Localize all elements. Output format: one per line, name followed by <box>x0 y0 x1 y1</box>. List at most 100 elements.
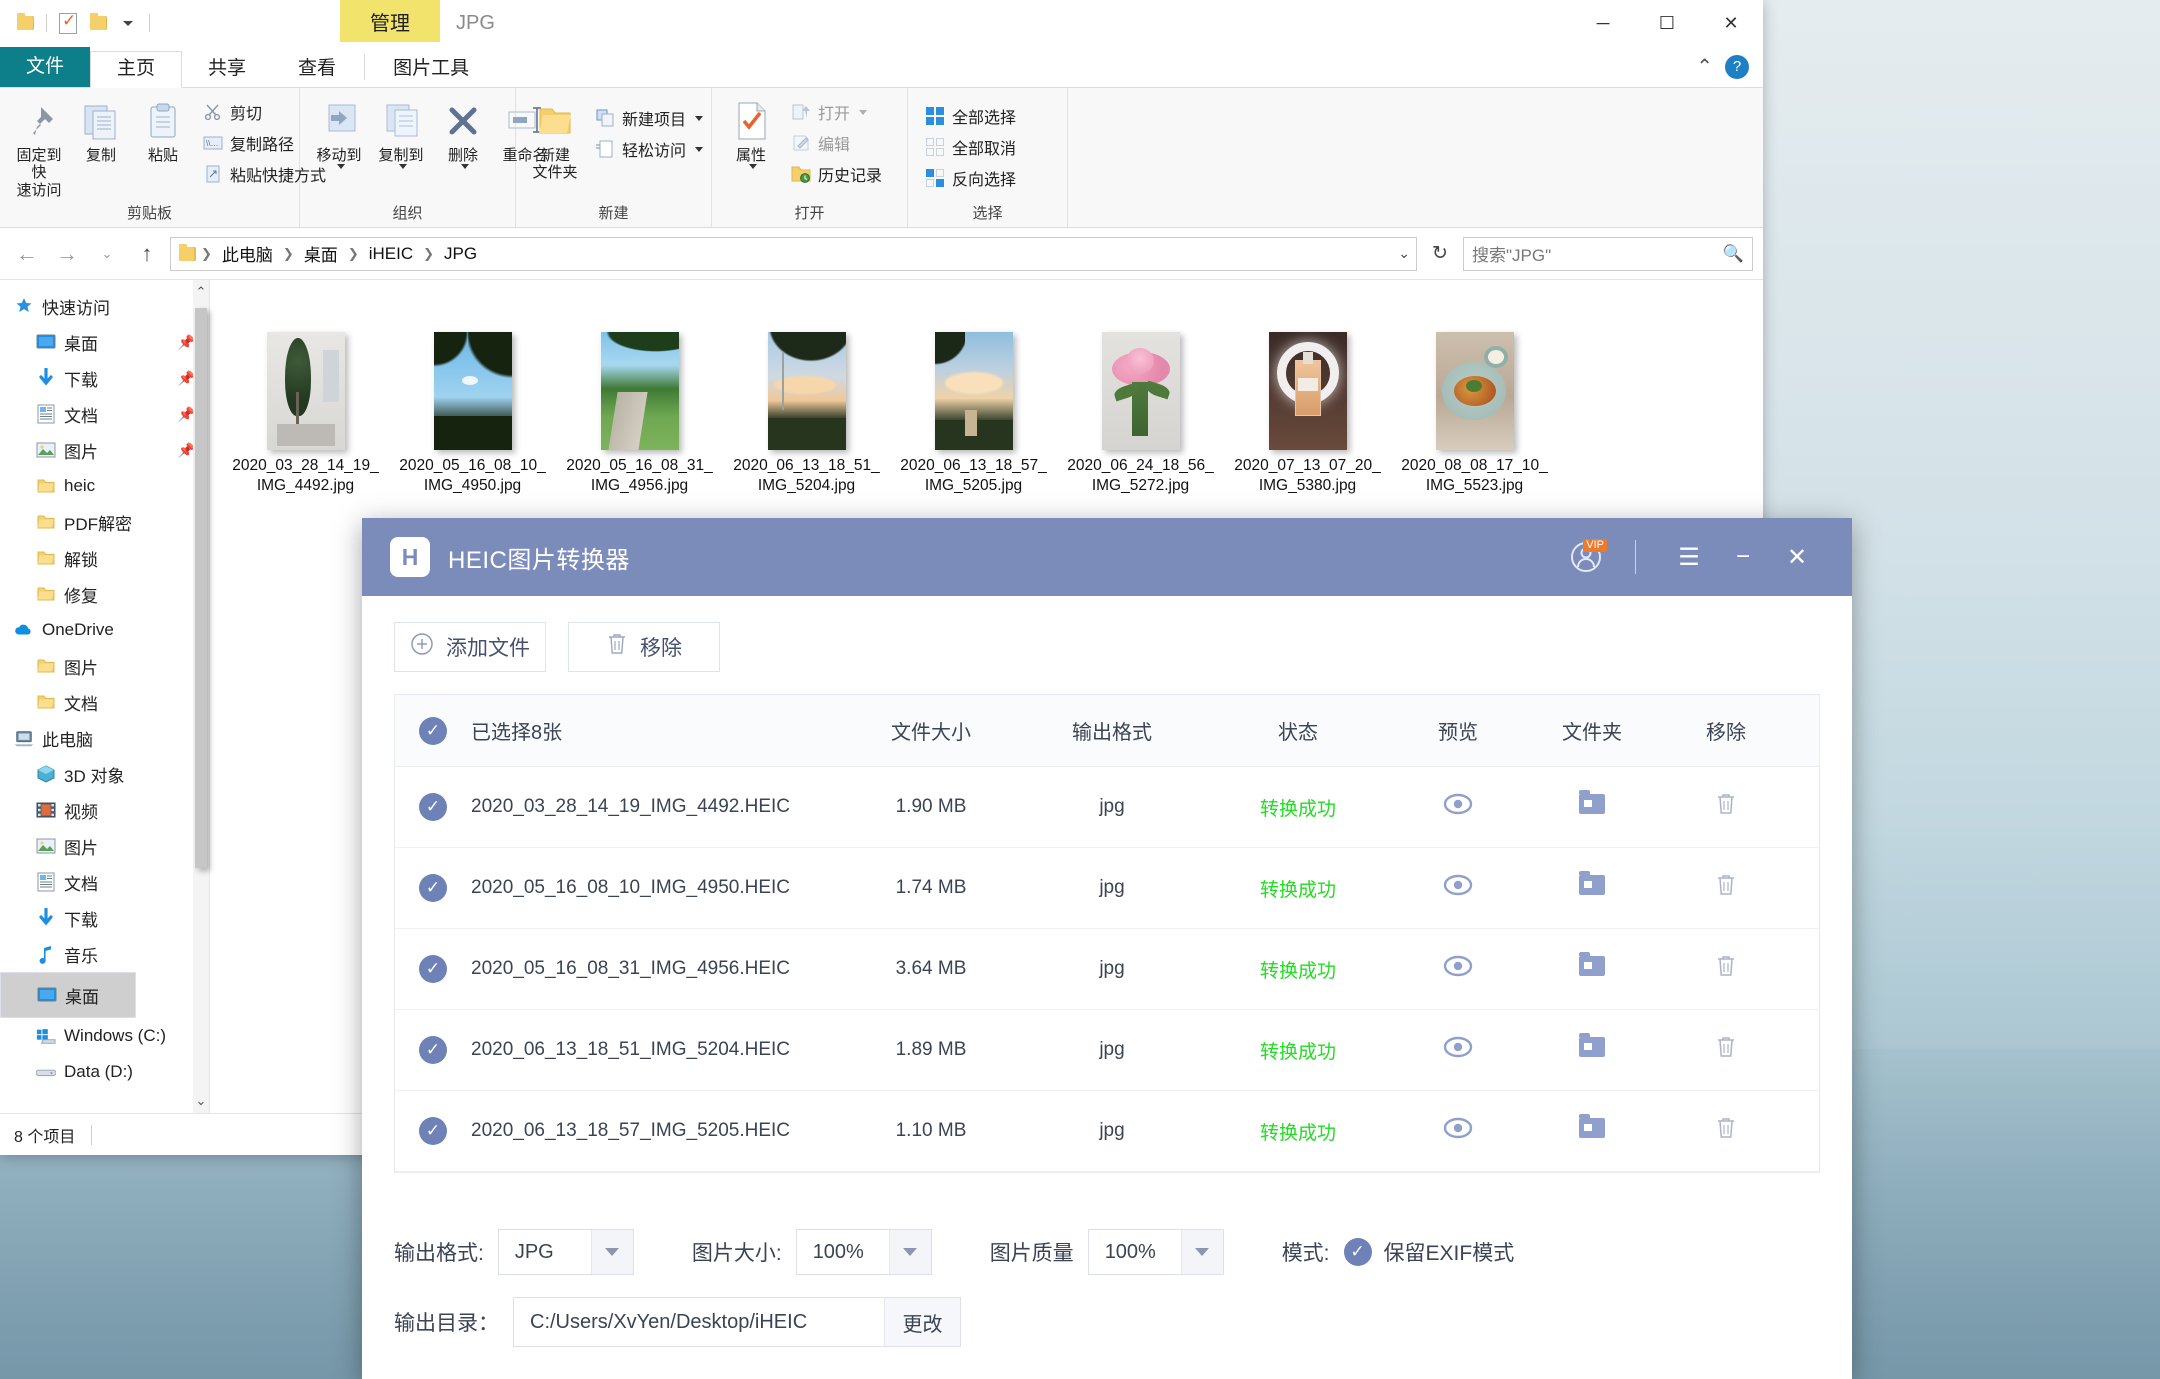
sidebar-item-4[interactable]: 图片 📌 <box>0 432 209 468</box>
search-input[interactable]: 搜索"JPG" 🔍 <box>1463 236 1753 271</box>
sidebar-item-18[interactable]: 音乐 <box>0 936 209 972</box>
chevron-down-icon[interactable] <box>336 164 345 170</box>
row-preview-button[interactable] <box>1391 874 1525 902</box>
scroll-down-icon[interactable]: ⌄ <box>193 1089 209 1113</box>
output-format-select[interactable]: JPG <box>497 1229 634 1275</box>
file-tile[interactable]: 2020_06_13_18_51_IMG_5204.jpg <box>723 296 890 496</box>
row-preview-button[interactable] <box>1391 955 1525 983</box>
tab-picture-tools[interactable]: 图片工具 <box>367 52 495 87</box>
row-open-folder-button[interactable] <box>1525 871 1659 901</box>
row-preview-button[interactable] <box>1391 1117 1525 1145</box>
minimize-icon[interactable]: − <box>1716 534 1770 580</box>
select-all-checkbox[interactable]: ✓ <box>395 716 471 745</box>
properties-checkmark-icon[interactable] <box>53 8 83 38</box>
sidebar-item-7[interactable]: 解锁 <box>0 540 209 576</box>
scroll-up-icon[interactable]: ⌃ <box>193 280 209 304</box>
sidebar-item-14[interactable]: 视频 <box>0 792 209 828</box>
sidebar-item-19[interactable]: 桌面 <box>0 972 136 1018</box>
row-remove-button[interactable] <box>1659 954 1793 984</box>
sidebar-item-20[interactable]: Windows (C:) <box>0 1018 209 1054</box>
row-checkbox[interactable]: ✓ <box>395 1036 471 1064</box>
forward-arrow-icon[interactable]: → <box>50 237 84 271</box>
row-open-folder-button[interactable] <box>1525 790 1659 820</box>
file-tile[interactable]: 2020_07_13_07_20_IMG_5380.jpg <box>1224 296 1391 496</box>
tab-home[interactable]: 主页 <box>90 51 183 88</box>
sidebar-item-3[interactable]: 文档 📌 <box>0 396 209 432</box>
easy-access-button[interactable]: 轻松访问 <box>588 135 709 163</box>
chevron-down-icon[interactable] <box>695 115 704 121</box>
sidebar-item-5[interactable]: heic <box>0 468 209 504</box>
recent-locations-icon[interactable]: ⌄ <box>90 237 124 271</box>
sidebar-item-9[interactable]: OneDrive <box>0 612 209 648</box>
tab-share[interactable]: 共享 <box>182 52 272 87</box>
file-tile[interactable]: 2020_08_08_17_10_IMG_5523.jpg <box>1391 296 1558 496</box>
scroll-thumb[interactable] <box>195 308 207 868</box>
sidebar-item-6[interactable]: PDF解密 <box>0 504 209 540</box>
maximize-button[interactable]: ☐ <box>1635 0 1699 46</box>
chevron-down-icon[interactable] <box>748 164 757 170</box>
row-open-folder-button[interactable] <box>1525 952 1659 982</box>
file-tile[interactable]: 2020_06_13_18_57_IMG_5205.jpg <box>890 296 1057 496</box>
pin-to-quick-access-button[interactable]: 固定到快 速访问 <box>8 94 70 203</box>
tab-file[interactable]: 文件 <box>0 47 91 87</box>
open-button[interactable]: 打开 <box>784 98 888 126</box>
refresh-icon[interactable]: ↻ <box>1423 237 1457 271</box>
remove-button[interactable]: 移除 <box>568 622 720 672</box>
chevron-down-icon[interactable] <box>398 164 407 170</box>
chevron-down-icon[interactable] <box>888 1230 931 1274</box>
tab-manage[interactable]: 管理 <box>340 0 440 42</box>
sidebar-item-13[interactable]: 3D 对象 <box>0 756 209 792</box>
chevron-down-icon[interactable]: ⌄ <box>1398 245 1410 262</box>
breadcrumb-item-jpg[interactable]: JPG <box>438 242 483 266</box>
row-preview-button[interactable] <box>1391 793 1525 821</box>
invert-selection-button[interactable]: 反向选择 <box>918 164 1022 192</box>
breadcrumb-item-this-pc[interactable]: 此电脑 <box>216 239 279 268</box>
properties-button[interactable]: 属性 <box>720 94 782 173</box>
breadcrumb-item-desktop[interactable]: 桌面 <box>298 239 344 268</box>
chevron-down-icon[interactable] <box>460 164 469 170</box>
copy-button[interactable]: 复制 <box>70 94 132 168</box>
file-tile[interactable]: 2020_03_28_14_19_IMG_4492.jpg <box>222 296 389 496</box>
row-open-folder-button[interactable] <box>1525 1114 1659 1144</box>
back-arrow-icon[interactable]: ← <box>10 237 44 271</box>
add-files-button[interactable]: 添加文件 <box>394 622 546 672</box>
row-remove-button[interactable] <box>1659 873 1793 903</box>
change-dir-button[interactable]: 更改 <box>884 1298 960 1346</box>
table-row[interactable]: ✓ 2020_05_16_08_10_IMG_4950.HEIC 1.74 MB jp… <box>395 848 1819 929</box>
row-checkbox[interactable]: ✓ <box>395 955 471 983</box>
sidebar-item-10[interactable]: 图片 <box>0 648 209 684</box>
file-tile[interactable]: 2020_05_16_08_10_IMG_4950.jpg <box>389 296 556 496</box>
output-dir-field[interactable]: C:/Users/XvYen/Desktop/iHEIC 更改 <box>513 1297 961 1347</box>
image-quality-select[interactable]: 100% <box>1087 1229 1224 1275</box>
tab-view[interactable]: 查看 <box>272 52 362 87</box>
sidebar-item-1[interactable]: 桌面 📌 <box>0 324 209 360</box>
copy-to-button[interactable]: 复制到 <box>370 94 432 173</box>
new-folder-button[interactable]: 新建 文件夹 <box>524 94 586 186</box>
row-checkbox[interactable]: ✓ <box>395 793 471 821</box>
sidebar-item-2[interactable]: 下载 📌 <box>0 360 209 396</box>
paste-button[interactable]: 粘贴 <box>132 94 194 168</box>
close-icon[interactable]: ✕ <box>1770 534 1824 580</box>
sidebar-item-21[interactable]: Data (D:) <box>0 1054 209 1090</box>
image-size-select[interactable]: 100% <box>795 1229 932 1275</box>
row-remove-button[interactable] <box>1659 1116 1793 1146</box>
sidebar-item-15[interactable]: 图片 <box>0 828 209 864</box>
row-remove-button[interactable] <box>1659 792 1793 822</box>
breadcrumb[interactable]: ❯ 此电脑 ❯ 桌面 ❯ iHEIC ❯ JPG ⌄ <box>170 236 1417 271</box>
delete-button[interactable]: 删除 <box>432 94 494 173</box>
chevron-down-icon[interactable] <box>695 146 704 152</box>
select-none-button[interactable]: 全部取消 <box>918 133 1022 161</box>
row-checkbox[interactable]: ✓ <box>395 874 471 902</box>
mode-checkbox[interactable]: ✓ <box>1343 1238 1372 1266</box>
row-checkbox[interactable]: ✓ <box>395 1117 471 1145</box>
file-tile[interactable]: 2020_05_16_08_31_IMG_4956.jpg <box>556 296 723 496</box>
up-arrow-icon[interactable]: ↑ <box>130 237 164 271</box>
new-folder-icon[interactable] <box>83 8 113 38</box>
sidebar-item-8[interactable]: 修复 <box>0 576 209 612</box>
account-avatar-icon[interactable]: VIP <box>1563 537 1609 577</box>
hamburger-menu-icon[interactable]: ☰ <box>1662 534 1716 580</box>
search-icon[interactable]: 🔍 <box>1723 244 1744 264</box>
chevron-down-icon[interactable] <box>590 1230 633 1274</box>
collapse-ribbon-icon[interactable]: ⌃ <box>1696 54 1713 79</box>
close-button[interactable]: ✕ <box>1699 0 1763 46</box>
